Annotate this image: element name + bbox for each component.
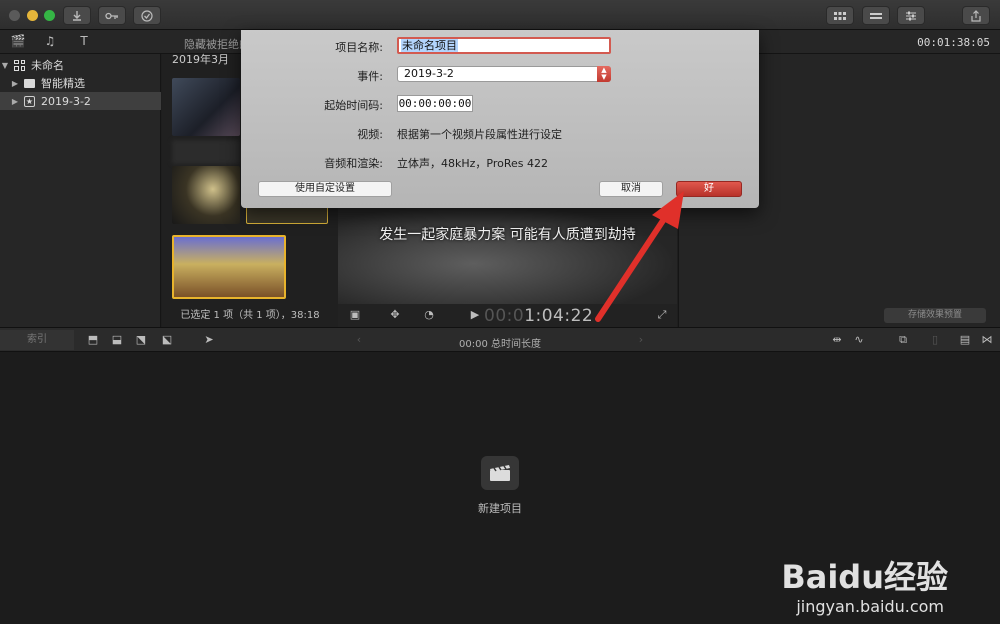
event-value: 2019-3-2 (404, 67, 454, 80)
timecode-dim: 00:0 (484, 306, 525, 326)
timeline-duration: 00:00 总时间长度 (459, 339, 541, 350)
effects-browser-icon[interactable]: ⋈ (980, 334, 994, 346)
sliders-icon (906, 11, 916, 20)
video-label: 视频: (357, 128, 383, 141)
view-options-icon[interactable]: ▣ (348, 309, 362, 321)
sidebar-item-label: 未命名 (31, 59, 64, 72)
date-header: 2019年3月 (172, 53, 229, 66)
audio-render-value: 立体声，48kHz，ProRes 422 (397, 157, 549, 170)
select-arrows-icon: ▲ ▼ (597, 66, 611, 82)
sidebar-item-smart-collections[interactable]: ▶ 智能精选 (0, 74, 161, 92)
background-tasks-button[interactable] (133, 6, 161, 25)
timecode-bright: 1:04:22 (524, 306, 594, 326)
baidu-watermark-logo: Baidu经验 (781, 558, 948, 596)
new-project-dialog: 项目名称: 未命名项目 事件: 2019-3-2 ▲ ▼ 起始时间码: 00:00… (241, 30, 759, 208)
disclosure-open-icon[interactable]: ▼ (0, 61, 10, 70)
video-value: 根据第一个视频片段属性进行设定 (397, 128, 562, 141)
clapperboard-icon (490, 465, 510, 481)
use-custom-settings-button[interactable]: 使用自定设置 (258, 181, 392, 197)
close-window-button[interactable] (9, 10, 20, 21)
libraries-icon[interactable]: 🎬 (10, 34, 26, 48)
clip-thumbnail[interactable] (172, 140, 240, 164)
new-project-label: 新建项目 (478, 502, 522, 515)
key-icon (105, 12, 118, 19)
play-icon[interactable]: ▶ (468, 309, 482, 321)
waveform-icon[interactable]: ∿ (852, 334, 866, 346)
window-titlebar (0, 0, 1000, 30)
show-timeline-button[interactable] (862, 6, 890, 25)
sidebar-item-label: 2019-3-2 (41, 94, 91, 108)
timeline-toolbar: 索引 ⬒ ⬓ ⬔ ⬕ ➤ ‹ 00:00 总时间长度 › ⇹ ∿ ⧉ ▯ ▤ ⋈ (0, 327, 1000, 352)
event-label: 事件: (357, 70, 383, 83)
import-button[interactable] (63, 6, 91, 25)
library-grid-icon (14, 59, 25, 71)
selection-status: 已选定 1 项（共 1 项），38:18 (180, 310, 320, 321)
skimming-icon[interactable]: ⧉ (896, 334, 910, 346)
titles-generators-icon[interactable]: T (76, 34, 92, 48)
viewer-duration: 00:01:38:05 (917, 36, 990, 49)
event-star-icon: ★ (24, 95, 35, 107)
sidebar-item-event[interactable]: ▶ ★ 2019-3-2 (0, 92, 161, 110)
timeline-view-icon (870, 12, 882, 19)
grid-view-icon (834, 11, 846, 20)
new-project-button[interactable] (481, 456, 519, 490)
project-name-input[interactable]: 未命名项目 (397, 37, 611, 54)
clip-thumbnail[interactable] (172, 166, 240, 224)
show-browser-button[interactable] (826, 6, 854, 25)
sidebar-item-library[interactable]: ▼ 未命名 (0, 56, 161, 74)
folder-icon (24, 78, 35, 88)
project-name-value: 未命名项目 (401, 39, 458, 52)
annotation-arrow-icon (595, 191, 684, 322)
clip-thumbnail[interactable] (172, 78, 240, 136)
solo-icon[interactable]: ▯ (928, 334, 942, 346)
selected-clip-thumbnail[interactable] (172, 235, 286, 299)
start-timecode-label: 起始时间码: (324, 99, 383, 112)
disclosure-closed-icon[interactable]: ▶ (10, 79, 20, 88)
start-timecode-input[interactable]: 00:00:00:00 (397, 95, 473, 112)
event-select[interactable]: 2019-3-2 ▲ ▼ (397, 66, 611, 82)
playhead-timecode: 00:01:04:22 (484, 306, 593, 326)
speed-icon[interactable]: ◔ (422, 309, 436, 321)
libraries-sidebar: ▼ 未命名 ▶ 智能精选 ▶ ★ 2019-3-2 (0, 54, 161, 327)
share-button[interactable] (962, 6, 990, 25)
sidebar-item-label: 智能精选 (41, 77, 85, 90)
show-inspector-button[interactable] (897, 6, 925, 25)
keywords-button[interactable] (98, 6, 126, 25)
save-effects-preset-button[interactable]: 存储效果预置 (884, 308, 986, 323)
clip-appearance-icon[interactable]: ▤ (958, 334, 972, 346)
transform-tool-icon[interactable]: ✥ (388, 309, 402, 321)
check-circle-icon (141, 9, 153, 22)
audio-render-label: 音频和渲染: (324, 157, 383, 170)
download-icon (73, 10, 81, 21)
photos-audio-icon[interactable]: ♫ (42, 34, 58, 48)
project-name-label: 项目名称: (335, 41, 383, 54)
disclosure-closed-icon[interactable]: ▶ (10, 97, 20, 106)
zoom-window-button[interactable] (44, 10, 55, 21)
watermark-url: jingyan.baidu.com (796, 597, 944, 616)
minimize-window-button[interactable] (27, 10, 38, 21)
forward-arrow-icon[interactable]: › (634, 334, 648, 346)
share-icon (971, 9, 981, 22)
video-audio-icon[interactable]: ⇹ (830, 334, 844, 346)
